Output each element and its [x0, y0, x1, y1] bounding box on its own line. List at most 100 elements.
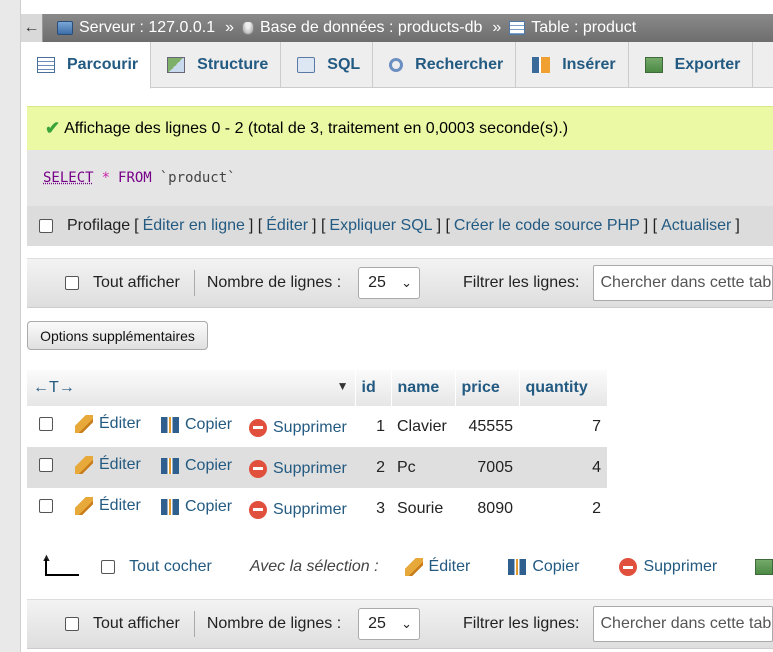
- profiling-checkbox[interactable]: [39, 219, 53, 233]
- insert-icon: [532, 57, 551, 73]
- cell-name[interactable]: Clavier: [391, 406, 455, 447]
- breadcrumb-table-label[interactable]: Table : product: [531, 19, 636, 37]
- column-header-id[interactable]: id: [355, 370, 392, 406]
- with-selection-label: Avec la sélection :: [249, 558, 379, 575]
- breadcrumb-separator: »: [225, 19, 234, 36]
- breadcrumb-server-label[interactable]: Serveur : 127.0.0.1: [79, 19, 215, 37]
- show-all-label[interactable]: Tout afficher: [93, 274, 180, 292]
- cell-id[interactable]: 3: [355, 488, 391, 529]
- bracket: ] [: [643, 217, 658, 234]
- edit-row-button[interactable]: Éditer: [75, 456, 141, 474]
- tab-structure[interactable]: Structure: [151, 42, 282, 88]
- tab-search[interactable]: Rechercher: [373, 42, 517, 88]
- edit-row-button[interactable]: Éditer: [75, 497, 141, 515]
- browse-icon: [37, 57, 55, 73]
- edit-label: Éditer: [99, 456, 141, 473]
- tab-sql[interactable]: SQL: [281, 42, 374, 88]
- cell-quantity[interactable]: 2: [519, 488, 607, 529]
- database-icon: [242, 21, 254, 35]
- create-php-link[interactable]: Créer le code source PHP: [454, 217, 640, 235]
- pencil-icon: [404, 558, 423, 576]
- structure-icon: [167, 57, 186, 73]
- show-all-checkbox[interactable]: [65, 617, 79, 631]
- sql-table-name: `product`: [159, 170, 236, 186]
- copy-icon: [161, 416, 179, 433]
- cell-price[interactable]: 7005: [455, 447, 519, 488]
- pencil-icon: [75, 415, 93, 433]
- breadcrumb-database-label[interactable]: Base de données : products-db: [260, 19, 482, 37]
- show-all-checkbox[interactable]: [65, 276, 79, 290]
- tab-export[interactable]: Exporter: [629, 42, 754, 88]
- filter-rows-label: Filtrer les lignes:: [463, 615, 580, 632]
- rows-count-value: 25: [368, 615, 386, 632]
- column-arrows-icon[interactable]: ←T→: [33, 379, 75, 396]
- delete-icon: [249, 459, 267, 478]
- column-header-name[interactable]: name: [391, 370, 456, 406]
- breadcrumb-server[interactable]: Serveur : 127.0.0.1 »: [57, 19, 242, 37]
- cell-quantity[interactable]: 7: [519, 406, 607, 447]
- copy-label: Copier: [185, 415, 233, 433]
- column-header-quantity[interactable]: quantity: [519, 370, 608, 406]
- cell-name[interactable]: Sourie: [391, 488, 455, 529]
- filter-rows-label: Filtrer les lignes:: [463, 274, 580, 291]
- bulk-edit-button[interactable]: Éditer: [404, 558, 471, 576]
- delete-row-button[interactable]: Supprimer: [249, 418, 347, 437]
- breadcrumb-database[interactable]: Base de données : products-db »: [242, 19, 509, 37]
- row-checkbox[interactable]: [39, 417, 53, 431]
- tab-browse[interactable]: Parcourir: [21, 42, 152, 89]
- bulk-delete-button[interactable]: Supprimer: [619, 558, 717, 576]
- explain-sql-link[interactable]: Expliquer SQL: [329, 217, 432, 235]
- chevron-down-icon: ⌄: [401, 616, 412, 631]
- edit-row-button[interactable]: Éditer: [75, 415, 141, 433]
- tab-label: Exporter: [674, 56, 741, 73]
- column-header-price[interactable]: price: [455, 370, 520, 406]
- delete-icon: [619, 558, 638, 576]
- refresh-link[interactable]: Actualiser: [661, 217, 731, 235]
- copy-row-button[interactable]: Copier: [161, 457, 232, 475]
- collapse-arrow-icon[interactable]: ←: [21, 14, 43, 42]
- bulk-copy-button[interactable]: Copier: [508, 558, 579, 576]
- cell-id[interactable]: 2: [355, 447, 391, 488]
- extra-options-button[interactable]: Options supplémentaires: [27, 321, 208, 350]
- row-checkbox[interactable]: [39, 499, 53, 513]
- row-checkbox[interactable]: [39, 458, 53, 472]
- cell-id[interactable]: 1: [355, 406, 391, 447]
- pencil-icon: [75, 497, 93, 515]
- bulk-actions-bar: ▲ Tout cocher Avec la sélection : Éditer…: [27, 546, 773, 588]
- edit-inline-link[interactable]: Éditer en ligne: [143, 217, 245, 235]
- sql-keyword-from: FROM: [118, 170, 152, 186]
- breadcrumb-table[interactable]: Table : product: [509, 19, 636, 37]
- export-icon[interactable]: [755, 559, 773, 575]
- delete-label: Supprimer: [273, 459, 347, 477]
- check-all-checkbox[interactable]: [101, 560, 116, 574]
- sort-dropdown-icon[interactable]: ▼: [337, 379, 349, 393]
- cell-quantity[interactable]: 4: [519, 447, 607, 488]
- server-icon: [57, 21, 73, 35]
- rows-count-label: Nombre de lignes :: [206, 615, 342, 632]
- copy-row-button[interactable]: Copier: [161, 416, 232, 434]
- delete-label: Supprimer: [273, 500, 347, 518]
- navigation-bar-bottom: Tout afficher Nombre de lignes : 25 ⌄ Fi…: [27, 599, 773, 649]
- delete-row-button[interactable]: Supprimer: [249, 500, 347, 519]
- table-row: Éditer Copier Supprimer 2 Pc 7005 4: [27, 447, 607, 488]
- table-icon: [509, 21, 526, 35]
- delete-row-button[interactable]: Supprimer: [249, 459, 347, 478]
- sql-keyword-select[interactable]: SELECT: [43, 170, 94, 186]
- copy-icon: [508, 559, 527, 575]
- copy-row-button[interactable]: Copier: [161, 498, 232, 516]
- check-all-label[interactable]: Tout cocher: [129, 558, 212, 576]
- filter-rows-input[interactable]: Chercher dans cette table: [593, 606, 773, 642]
- rows-count-select[interactable]: 25 ⌄: [358, 608, 420, 640]
- show-all-label[interactable]: Tout afficher: [93, 615, 180, 633]
- search-icon: [389, 58, 404, 72]
- rows-count-select[interactable]: 25 ⌄: [358, 267, 420, 299]
- edit-query-link[interactable]: Éditer: [266, 217, 308, 235]
- cell-name[interactable]: Pc: [391, 447, 455, 488]
- bulk-edit-label: Éditer: [428, 558, 471, 575]
- tab-insert[interactable]: Insérer: [516, 42, 629, 88]
- cell-price[interactable]: 45555: [455, 406, 519, 447]
- filter-rows-input[interactable]: Chercher dans cette table: [593, 265, 773, 301]
- bracket: ] [: [436, 217, 450, 234]
- left-panel-strip: [0, 0, 21, 652]
- cell-price[interactable]: 8090: [455, 488, 519, 529]
